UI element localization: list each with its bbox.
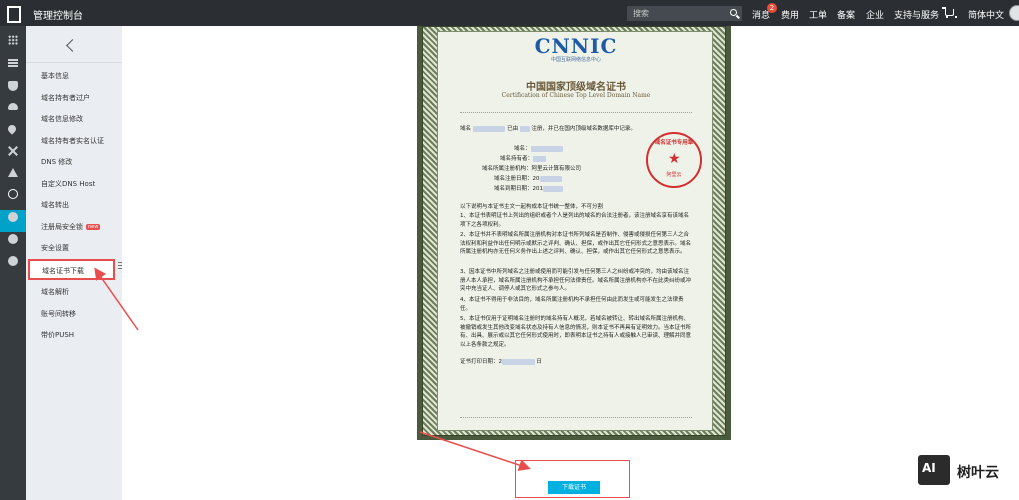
sidebar-item-label: 注册局安全锁	[41, 223, 83, 231]
sidebar-item-domain-transfer-out[interactable]: 域名转出	[41, 200, 69, 210]
certificate-border: CNNIC 中国互联网络信息中心 中国国家顶级域名证书 Certificatio…	[422, 26, 726, 436]
list-icon[interactable]	[8, 59, 18, 67]
nav-tickets[interactable]: 工单	[809, 8, 827, 21]
certificate-subtitle: Certification of Chinese Top Level Domai…	[501, 92, 651, 99]
redacted-registrant: xxx	[519, 126, 530, 132]
cnnic-logo-subtitle: 中国互联网络信息中心	[550, 57, 601, 63]
service-dot-icon[interactable]	[8, 234, 18, 244]
aliyun-logo-icon[interactable]	[7, 6, 21, 23]
intro-suffix: 注册，并已在国内顶级域名数据库中记录。	[531, 126, 636, 132]
note-5: 5、本证书仅用于证明域名注册时的域名持有人概况，若域名被转让、转出域名所属注册机…	[460, 316, 692, 348]
sidebar-item-dns-modify[interactable]: DNS 修改	[41, 157, 72, 167]
watermark-text: 树叶云	[957, 465, 999, 481]
intro-prefix: 域名	[460, 126, 472, 132]
database-icon[interactable]	[6, 123, 18, 135]
sidebar-item-price-push[interactable]: 带价PUSH	[41, 330, 74, 340]
console-title[interactable]: 管理控制台	[33, 7, 83, 22]
shield-icon[interactable]	[8, 81, 18, 91]
back-arrow-icon[interactable]	[66, 39, 79, 52]
download-certificate-button[interactable]: 下载证书	[548, 481, 600, 494]
network-icon[interactable]	[8, 168, 18, 177]
sidebar-item-account-transfer[interactable]: 账号间转移	[41, 309, 76, 319]
apps-grid-icon[interactable]	[8, 35, 18, 45]
print-date: 证书打印日期：2xxxxxxxxxx 日	[460, 359, 542, 365]
domain-certificate: CNNIC 中国互联网络信息中心 中国国家顶级域名证书 Certificatio…	[417, 26, 731, 440]
tools-icon[interactable]	[8, 146, 18, 156]
redacted-value: xxxx	[533, 156, 547, 162]
cloud-icon[interactable]	[8, 103, 18, 110]
nav-billing[interactable]: 费用	[781, 8, 799, 21]
sidebar-item-basic-info[interactable]: 基本信息	[41, 71, 69, 81]
sidebar-item-registry-lock[interactable]: 注册局安全锁 new	[41, 222, 101, 232]
nav-support[interactable]: 支持与服务	[894, 8, 939, 21]
service-dot-icon[interactable]	[8, 256, 18, 266]
watermark: AI 树叶云	[918, 451, 1019, 491]
field-reg-date: 域名注册日期：20xxxxxxx	[494, 174, 563, 182]
new-badge: new	[86, 224, 101, 230]
certificate-divider	[460, 112, 692, 116]
sidebar-item-security-settings[interactable]: 安全设置	[41, 243, 69, 253]
nav-filing[interactable]: 备案	[837, 8, 855, 21]
certificate-title: 中国国家顶级域名证书	[526, 82, 626, 93]
redacted-value: xxxxxxxxxx	[502, 359, 535, 365]
official-seal: 域名证书专用章 ★ 阿里云	[646, 132, 702, 188]
intro-mid: 已由	[507, 126, 519, 132]
sidebar-item-custom-dns-host[interactable]: 自定义DNS Host	[41, 179, 95, 189]
seal-text: 域名证书专用章	[654, 140, 694, 146]
redacted-value: xxxxxx	[543, 186, 563, 192]
user-avatar[interactable]	[1009, 5, 1019, 21]
note-1: 1、本证书表明证书上列出的组织或者个人是列出的域名的合法注册者，该注册域名享有该…	[460, 213, 690, 228]
watermark-logo-text: AI	[922, 461, 936, 475]
top-navbar: 管理控制台 消息 2 费用 工单 备案 企业 支持与服务 简体中文	[0, 0, 1019, 26]
note-2: 2、本证书并不表明域名所属注册机构对本证书所列域名是否制作、侵害或侵损任何第三人…	[460, 232, 692, 256]
redacted-value: xxxxxxxxxx	[530, 146, 564, 152]
search-button[interactable]	[726, 6, 742, 21]
search-input[interactable]	[627, 6, 726, 21]
certificate-intro: 域名 xxxxxxxxxx 已由 xxx 注册，并已在国内顶级域名数据库中记录。	[460, 124, 636, 132]
cnnic-logo: CNNIC	[534, 34, 618, 58]
note-3: 3、因本证书中所列域名之注册或使用而可能引发与任何第三人之纠纷或冲突的，均由该域…	[460, 269, 692, 293]
product-icon-rail	[0, 26, 26, 500]
sidebar-item-dns-resolution[interactable]: 域名解析	[41, 287, 69, 297]
nav-language[interactable]: 简体中文	[968, 8, 1004, 21]
sidebar-item-cert-download[interactable]: 域名证书下载	[28, 259, 115, 280]
sidebar-divider	[26, 62, 122, 63]
certificate-footer-divider	[460, 417, 692, 418]
seal-star-icon: ★	[668, 151, 681, 167]
globe-icon[interactable]	[8, 212, 18, 222]
redacted-domain: xxxxxxxxxx	[472, 126, 506, 132]
certificate-paper: CNNIC 中国互联网络信息中心 中国国家顶级域名证书 Certificatio…	[437, 31, 713, 431]
sidebar-item-real-name-auth[interactable]: 域名持有者实名认证	[41, 136, 104, 146]
note-4: 4、本证书不得用于非法目的，域名所属注册机构不承担任何由此而发生或可能发生之法律…	[460, 297, 684, 312]
field-domain: 域名：xxxxxxxxxx	[514, 144, 564, 152]
field-expire-date: 域名到期日期：201xxxxxx	[494, 184, 563, 192]
notes-intro: 以下说明与本证书主文一起构成本证书统一整体，不可分割	[460, 204, 604, 210]
sidebar-item-holder-transfer[interactable]: 域名持有者过户	[41, 93, 90, 103]
domain-sidebar: 基本信息 域名持有者过户 域名信息修改 域名持有者实名认证 DNS 修改 自定义…	[26, 26, 122, 500]
sidebar-item-info-modify[interactable]: 域名信息修改	[41, 114, 83, 124]
cart-icon[interactable]	[942, 7, 957, 18]
watermark-logo: AI	[918, 455, 950, 485]
search-icon	[730, 9, 737, 16]
seal-brand: 阿里云	[666, 172, 682, 178]
nav-enterprise[interactable]: 企业	[866, 8, 884, 21]
redacted-value: xxxxxxx	[539, 176, 563, 182]
field-holder: 域名持有者：xxxx	[500, 154, 547, 162]
messages-count-badge: 2	[767, 3, 777, 13]
domain-globe-icon[interactable]	[8, 189, 18, 199]
field-registrar: 域名所属注册机构：阿里云计算有限公司	[482, 166, 582, 172]
